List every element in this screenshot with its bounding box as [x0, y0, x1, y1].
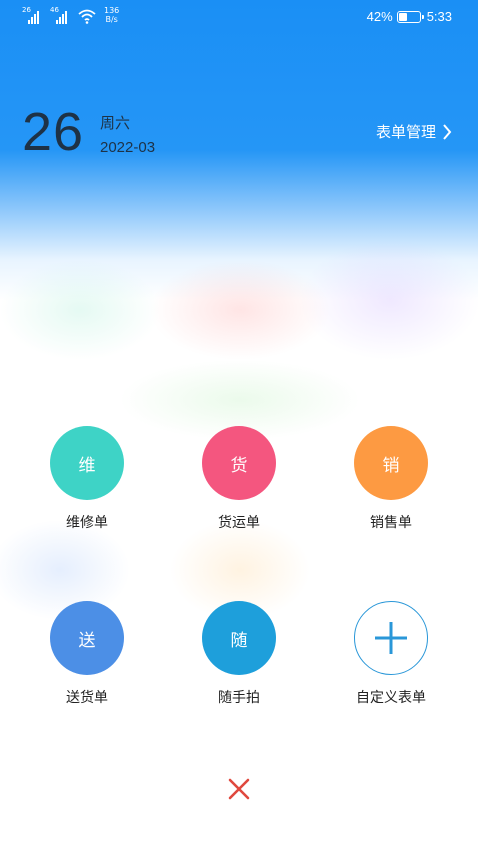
- close-icon: [228, 778, 250, 800]
- signal-icon-sim2: 46: [50, 6, 72, 24]
- wifi-icon: [78, 9, 96, 24]
- net-speed-value: 136: [104, 6, 120, 15]
- tile-delivery-form[interactable]: 送 送货单: [32, 601, 142, 707]
- plus-icon: [354, 601, 428, 675]
- freight-form-icon: 货: [202, 426, 276, 500]
- tile-sales-form[interactable]: 销 销售单: [336, 426, 446, 532]
- snapshot-form-icon: 随: [202, 601, 276, 675]
- status-left: 26 46 136 B/s: [22, 6, 119, 24]
- form-manage-label: 表单管理: [375, 123, 436, 141]
- sales-form-icon: 销: [354, 426, 428, 500]
- close-button[interactable]: [224, 774, 254, 804]
- tile-custom-form[interactable]: 自定义表单: [336, 601, 446, 707]
- battery-icon: [396, 10, 424, 23]
- repair-form-icon: 维: [50, 426, 124, 500]
- tile-snapshot-form[interactable]: 随 随手拍: [184, 601, 294, 707]
- tile-repair-form[interactable]: 维 维修单: [32, 426, 142, 532]
- sales-form-label: 销售单: [370, 515, 412, 531]
- signal-icon-sim1: 26: [22, 6, 44, 24]
- chevron-right-icon: [443, 123, 452, 140]
- status-bar: 26 46 136 B/s 42% 5:33: [0, 0, 478, 34]
- status-right: 42% 5:33: [367, 9, 452, 24]
- form-manage-link[interactable]: 表单管理: [376, 121, 452, 142]
- clock-time: 5:33: [426, 9, 452, 24]
- delivery-form-icon: 送: [50, 601, 124, 675]
- day-number: 26: [22, 102, 85, 162]
- net-speed-unit: B/s: [105, 15, 118, 24]
- net-speed: 136 B/s: [104, 6, 119, 24]
- weekday: 周六: [100, 114, 131, 132]
- delivery-form-label: 送货单: [66, 690, 108, 706]
- freight-form-label: 货运单: [218, 515, 260, 531]
- tile-freight-form[interactable]: 货 货运单: [184, 426, 294, 532]
- year-month: 2022-03: [100, 139, 156, 156]
- custom-form-label: 自定义表单: [356, 690, 426, 706]
- snapshot-form-label: 随手拍: [218, 690, 260, 706]
- battery-percent: 42%: [366, 9, 393, 24]
- repair-form-label: 维修单: [66, 515, 108, 531]
- plus-glyph: [375, 622, 407, 654]
